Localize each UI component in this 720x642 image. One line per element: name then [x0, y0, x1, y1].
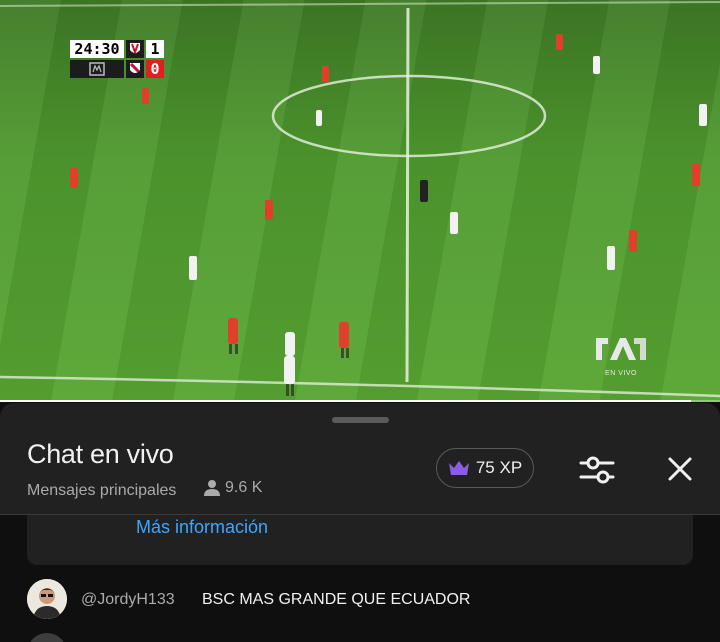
message-author[interactable]: @JordyH133 — [81, 591, 175, 609]
scoreboard: 24:30 1 0 — [70, 40, 164, 78]
viewer-count-value: 9.6 K — [225, 479, 263, 496]
chat-message[interactable]: @JordyH133 BSC MAS GRANDE QUE ECUADOR — [27, 577, 693, 619]
sliders-icon — [579, 456, 615, 484]
channel-watermark: EN VIVO — [594, 334, 648, 377]
chat-filter-button[interactable] — [574, 449, 620, 489]
chat-mode-selector[interactable]: Mensajes principales — [27, 482, 176, 500]
xp-button[interactable]: 75 XP — [436, 448, 534, 488]
video-progress-fill — [0, 400, 692, 402]
chat-messages-area: Más información @JordyH133 BSC MAS GRAND… — [0, 515, 720, 642]
message-text: BSC MAS GRANDE QUE ECUADOR — [202, 591, 471, 608]
user-avatar-image — [27, 579, 67, 619]
video-progress-bar[interactable] — [0, 400, 720, 402]
crown-icon — [448, 461, 469, 475]
video-player[interactable]: 24:30 1 0 EN VIVO — [0, 0, 720, 402]
viewer-count: 9.6 K — [203, 479, 262, 497]
close-icon — [668, 457, 692, 481]
pinned-info-card: Más información — [27, 515, 693, 565]
away-team-crest-icon — [126, 60, 144, 78]
home-team-crest-icon — [126, 40, 144, 58]
close-chat-button[interactable] — [662, 451, 698, 487]
away-score: 0 — [146, 60, 164, 78]
live-watermark-label: EN VIVO — [605, 370, 637, 377]
avatar[interactable] — [27, 579, 67, 619]
live-chat-panel: Chat en vivo Mensajes principales 9.6 K … — [0, 403, 720, 642]
more-info-link[interactable]: Más información — [136, 517, 268, 538]
referee — [420, 180, 428, 202]
chat-title: Chat en vivo — [27, 439, 174, 469]
tv-channel-logo-icon — [596, 338, 646, 360]
red-players — [70, 34, 700, 348]
league-logo — [70, 60, 124, 78]
xp-label: 75 XP — [475, 458, 523, 477]
league-logo-icon — [89, 62, 105, 76]
drag-handle[interactable] — [332, 417, 389, 423]
home-score: 1 — [146, 40, 164, 58]
match-clock: 24:30 — [70, 40, 124, 58]
person-icon — [204, 480, 220, 496]
avatar[interactable] — [27, 633, 67, 642]
